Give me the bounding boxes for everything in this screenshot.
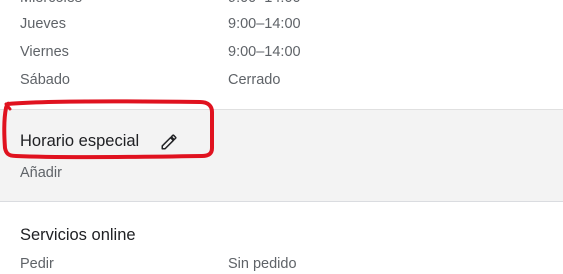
row-label: Pedir bbox=[20, 256, 54, 272]
online-services-title: Servicios online bbox=[20, 226, 136, 244]
hours-row-thursday: Jueves 9:00–14:00 bbox=[20, 14, 540, 34]
online-services-row: Pedir Sin pedido bbox=[20, 254, 540, 274]
hours-row-friday: Viernes 9:00–14:00 bbox=[20, 42, 540, 62]
hours-value: 9:00–14:00 bbox=[228, 16, 301, 32]
row-value: Sin pedido bbox=[228, 256, 297, 272]
day-label: Sábado bbox=[20, 72, 70, 88]
hours-row-saturday: Sábado Cerrado bbox=[20, 70, 540, 90]
special-hours-section bbox=[0, 109, 563, 202]
day-label: Miércoles bbox=[20, 0, 82, 8]
hours-value: 9:00–14:00 bbox=[228, 0, 301, 8]
pencil-icon bbox=[161, 134, 177, 150]
hours-row-wednesday: Miércoles 9:00–14:00 bbox=[20, 0, 540, 8]
hours-value: 9:00–14:00 bbox=[228, 44, 301, 60]
add-special-hours-link[interactable]: Añadir bbox=[20, 163, 62, 183]
special-hours-title: Horario especial bbox=[20, 132, 140, 150]
hours-value: Cerrado bbox=[228, 72, 281, 88]
day-label: Jueves bbox=[20, 16, 66, 32]
edit-special-hours-button[interactable] bbox=[158, 131, 180, 153]
day-label: Viernes bbox=[20, 44, 69, 60]
